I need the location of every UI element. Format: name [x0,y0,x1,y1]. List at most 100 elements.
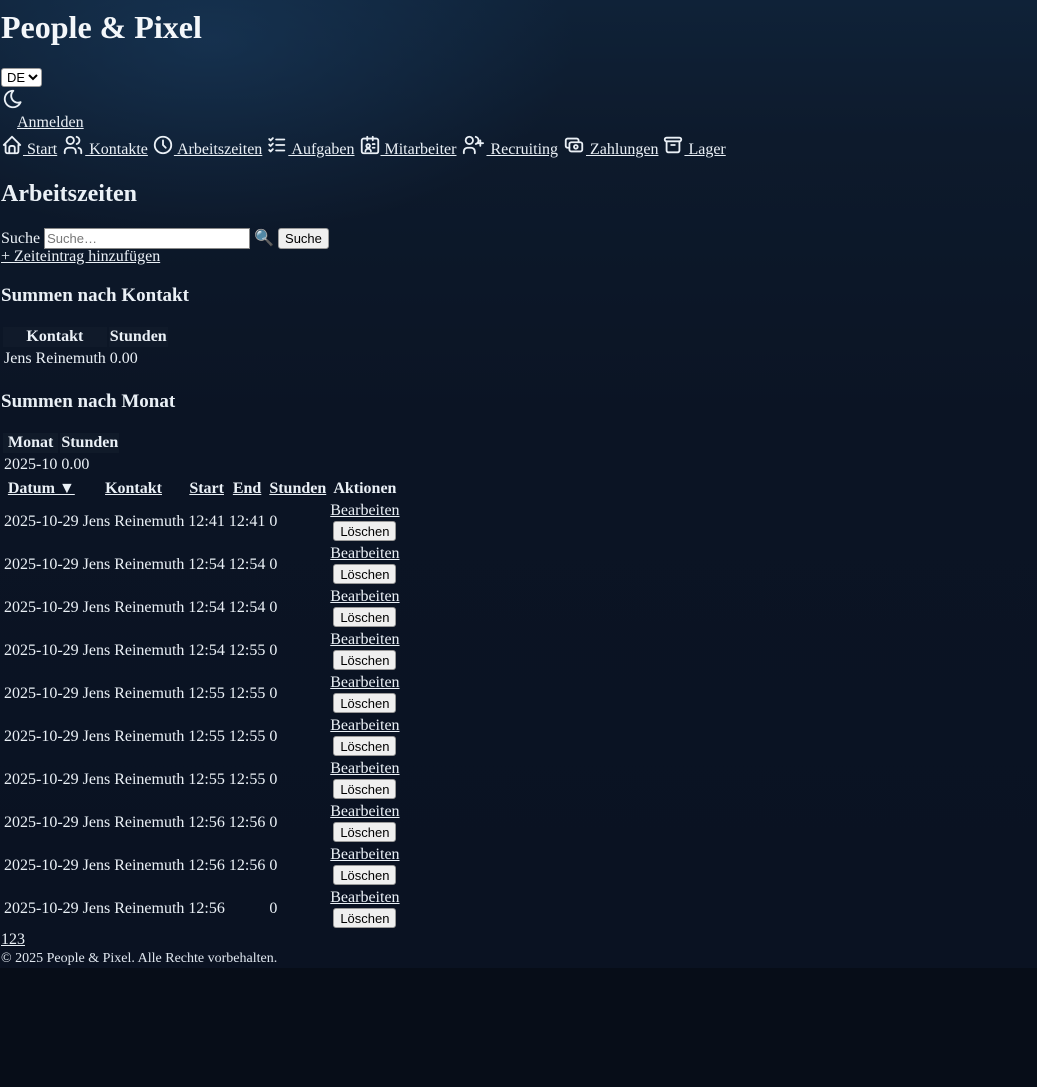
start-cell: 12:56 [188,856,225,874]
actions-cell: Bearbeiten Löschen [329,587,400,628]
theme-toggle-button[interactable] [2,88,24,110]
table-row: 2025-10-29 Jens Reinemuth 12:56 0 Bearbeiten… [3,888,401,929]
column-header: Monat [3,433,59,453]
login-link[interactable]: Anmelden [17,114,84,132]
page-link-3[interactable]: 3 [17,931,25,948]
nav-item-kontakte[interactable]: Kontakte [61,134,148,159]
contact-cell: Jens Reinemuth [82,684,185,702]
nav-item-mitarbeiter[interactable]: Mitarbeiter [359,134,457,159]
page-link-2[interactable]: 2 [9,931,17,948]
delete-button[interactable]: Löschen [333,650,397,670]
column-header: Stunden [108,327,168,347]
nav-item-arbeitszeiten[interactable]: Arbeitszeiten [152,134,262,159]
checklist-icon [268,137,286,153]
time-entries-table: Datum ▼ Kontakt Start End Stunden Aktion… [1,477,403,931]
delete-button[interactable]: Löschen [333,865,397,885]
brand-title: People & Pixel [1,9,202,45]
column-header: Stunden [60,433,120,453]
delete-button[interactable]: Löschen [333,521,397,541]
contact-cell: Jens Reinemuth [82,727,185,745]
clock-icon [153,135,173,155]
nav-label: Aufgaben [288,141,355,158]
end-cell: 12:55 [228,684,266,702]
end-cell: 12:54 [228,555,266,573]
edit-link[interactable]: Bearbeiten [330,502,399,519]
hours-cell: 0 [269,684,278,702]
sum-by-contact-title: Summen nach Kontakt [1,285,189,306]
sort-end-link[interactable]: End [233,480,261,497]
main-nav: Start Kontakte Arbeitszeiten Aufgaben Mi… [1,134,726,162]
table-cell: 0.00 [61,456,90,473]
start-cell: 12:55 [188,684,225,702]
users-icon [64,135,83,155]
column-header-hours[interactable]: Stunden [268,479,327,499]
sort-contact-link[interactable]: Kontakt [105,480,162,497]
date-cell: 2025-10-29 [4,727,79,745]
end-cell [228,888,266,929]
table-row: 2025-10-29 Jens Reinemuth 12:41 12:41 0 Bearb… [3,501,401,542]
column-header-end[interactable]: End [228,479,266,499]
edit-link[interactable]: Bearbeiten [330,803,399,820]
start-cell: 12:55 [188,770,225,788]
edit-link[interactable]: Bearbeiten [330,674,399,691]
nav-item-start[interactable]: Start [1,134,57,159]
date-cell: 2025-10-29 [4,512,79,530]
edit-link[interactable]: Bearbeiten [330,717,399,734]
contact-cell: Jens Reinemuth [82,512,185,530]
table-row: Jens Reinemuth 0.00 [3,349,168,369]
delete-button[interactable]: Löschen [333,736,397,756]
edit-link[interactable]: Bearbeiten [330,588,399,605]
edit-link[interactable]: Bearbeiten [330,631,399,648]
hours-cell: 0 [269,727,278,745]
edit-link[interactable]: Bearbeiten [330,545,399,562]
sort-date-link[interactable]: Datum ▼ [8,480,75,497]
actions-cell: Bearbeiten Löschen [329,716,400,757]
page-link-1[interactable]: 1 [1,931,9,948]
actions-cell: Bearbeiten Löschen [329,630,400,671]
date-cell: 2025-10-29 [4,856,79,874]
add-time-entry-link[interactable]: + Zeiteintrag hinzufügen [1,248,160,266]
end-cell: 12:56 [228,813,266,831]
contact-cell: Jens Reinemuth [82,598,185,616]
edit-link[interactable]: Bearbeiten [330,846,399,863]
table-cell: Jens Reinemuth [4,350,106,367]
nav-label: Mitarbeiter [380,141,457,158]
edit-link[interactable]: Bearbeiten [330,760,399,777]
edit-link[interactable]: Bearbeiten [330,889,399,906]
date-cell: 2025-10-29 [4,641,79,659]
end-cell: 12:55 [228,770,266,788]
contact-cell: Jens Reinemuth [82,770,185,788]
search-input[interactable] [44,228,251,249]
user-plus-icon [463,135,485,155]
delete-button[interactable]: Löschen [333,607,397,627]
archive-icon [664,136,683,154]
nav-item-zahlungen[interactable]: Zahlungen [562,134,658,159]
table-row: 2025-10-29 Jens Reinemuth 12:56 12:56 0 Bearb… [3,845,401,886]
sort-start-link[interactable]: Start [189,480,224,497]
table-cell: 0.00 [109,350,138,367]
actions-cell: Bearbeiten Löschen [329,544,400,585]
language-select[interactable]: DE [1,68,42,87]
delete-button[interactable]: Löschen [333,564,397,584]
search-button[interactable]: Suche [278,228,329,249]
delete-button[interactable]: Löschen [333,779,397,799]
hours-cell: 0 [269,641,278,659]
hours-cell: 0 [269,770,278,788]
contact-cell: Jens Reinemuth [82,641,185,659]
column-header-contact[interactable]: Kontakt [82,479,186,499]
nav-item-recruiting[interactable]: Recruiting [460,134,558,159]
hours-cell: 0 [269,899,278,917]
id-card-icon [360,135,379,155]
start-cell: 12:54 [188,641,225,659]
sort-hours-link[interactable]: Stunden [269,480,326,497]
actions-cell: Bearbeiten Löschen [329,673,400,714]
actions-cell: Bearbeiten Löschen [329,759,400,800]
delete-button[interactable]: Löschen [333,822,397,842]
delete-button[interactable]: Löschen [333,693,397,713]
column-header-date[interactable]: Datum ▼ [3,479,80,499]
nav-item-lager[interactable]: Lager [662,134,726,159]
nav-item-aufgaben[interactable]: Aufgaben [266,134,355,159]
pagination: 123 [1,931,25,949]
delete-button[interactable]: Löschen [333,908,397,928]
column-header-start[interactable]: Start [187,479,225,499]
